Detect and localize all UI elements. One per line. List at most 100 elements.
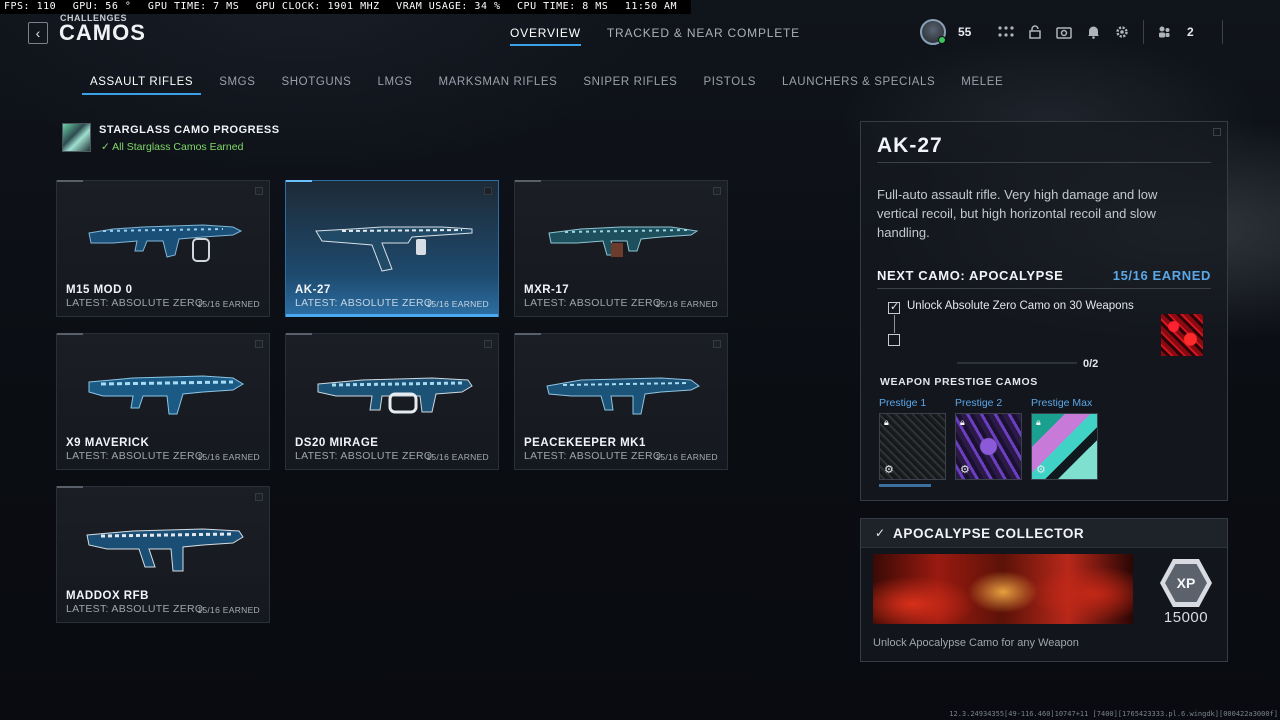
starglass-status-text: All Starglass Camos Earned	[112, 141, 244, 153]
card-indicator	[286, 180, 312, 182]
weapon-rifle-icon	[315, 226, 473, 272]
card-corner	[484, 340, 492, 348]
prestige-2-camo[interactable]: 🔒︎ ⚙︎	[955, 413, 1022, 480]
prestige-badge-icon: ⚙︎	[960, 464, 970, 476]
card-indicator	[57, 333, 83, 335]
task-count: 0/2	[1083, 358, 1099, 370]
weapon-latest-camo: LATEST: ABSOLUTE ZERO	[66, 450, 204, 462]
tab-lmgs[interactable]: LMGS	[369, 76, 420, 95]
card-corner	[484, 187, 492, 195]
tab-tracked-near-complete[interactable]: TRACKED & NEAR COMPLETE	[607, 26, 800, 46]
apocalypse-camo-thumbnail[interactable]	[1161, 314, 1203, 356]
unlock-icon[interactable]	[1026, 23, 1044, 41]
tab-overview[interactable]: OVERVIEW	[510, 26, 581, 46]
starglass-status: ✓ All Starglass Camos Earned	[101, 141, 244, 153]
prestige-badge-icon: ⚙︎	[884, 464, 894, 476]
task-connector	[894, 315, 895, 333]
card-corner	[255, 187, 263, 195]
weapon-earned: 15/16 EARNED	[655, 299, 718, 309]
weapon-latest-camo: LATEST: ABSOLUTE ZERO	[524, 297, 662, 309]
prestige-scrollbar[interactable]	[879, 484, 931, 487]
friends-icon[interactable]	[1155, 23, 1173, 41]
tab-marksman-rifles[interactable]: MARKSMAN RIFLES	[430, 76, 565, 95]
xp-amount: 15000	[1163, 609, 1209, 626]
apocalypse-collector-panel[interactable]: ✓ APOCALYPSE COLLECTOR XP 15000 Unlock A…	[860, 518, 1228, 662]
tab-shotguns[interactable]: SHOTGUNS	[273, 76, 359, 95]
card-corner	[713, 187, 721, 195]
prestige-max-camo[interactable]: 🔒︎ ⚙︎	[1031, 413, 1098, 480]
card-corner	[713, 340, 721, 348]
starglass-camo-icon	[62, 123, 91, 152]
next-camo-label: NEXT CAMO: APOCALYPSE	[877, 268, 1064, 283]
weapon-name: PEACEKEEPER MK1	[524, 437, 646, 449]
weapon-rifle-icon	[88, 224, 243, 262]
prestige-1-label: Prestige 1	[879, 397, 927, 409]
collector-artwork	[873, 554, 1133, 624]
weapon-card-x9-maverick[interactable]: X9 MAVERICK LATEST: ABSOLUTE ZERO 15/16 …	[56, 333, 270, 470]
card-indicator	[515, 180, 541, 182]
weapon-earned: 15/16 EARNED	[426, 452, 489, 462]
starglass-title: STARGLASS CAMO PROGRESS	[99, 124, 280, 136]
tab-sniper-rifles[interactable]: SNIPER RIFLES	[575, 76, 685, 95]
weapon-rifle-icon	[88, 375, 244, 415]
weapon-latest-camo: LATEST: ABSOLUTE ZERO	[66, 603, 204, 615]
back-button[interactable]: ‹	[28, 22, 48, 44]
gpu-clock-readout: GPU CLOCK: 1901 MHZ	[255, 1, 380, 12]
divider	[877, 162, 1211, 163]
lock-icon: 🔒︎	[1036, 417, 1041, 427]
weapon-card-peacekeeper-mk1[interactable]: PEACEKEEPER MK1 LATEST: ABSOLUTE ZERO 15…	[514, 333, 728, 470]
tab-melee[interactable]: MELEE	[953, 76, 1011, 95]
avatar[interactable]	[920, 19, 946, 45]
build-string: 12.3.24934355[49-116.460]10747+11 [7400]…	[949, 710, 1278, 718]
player-level: 55	[958, 25, 972, 39]
gear-icon[interactable]	[1113, 23, 1131, 41]
category-tabs: ASSAULT RIFLES SMGS SHOTGUNS LMGS MARKSM…	[82, 76, 1021, 95]
prestige-camos-title: WEAPON PRESTIGE CAMOS	[880, 376, 1038, 388]
weapon-earned: 15/16 EARNED	[426, 299, 489, 309]
card-indicator	[515, 333, 541, 335]
hud-right: 55 2	[920, 18, 1223, 46]
bell-icon[interactable]	[1084, 23, 1102, 41]
challenge-task: Unlock Absolute Zero Camo on 30 Weapons	[907, 300, 1134, 312]
task-checkbox	[888, 300, 900, 314]
weapon-card-ak-27[interactable]: AK-27 LATEST: ABSOLUTE ZERO 15/16 EARNED	[285, 180, 499, 317]
performance-overlay: FPS: 110 GPU: 56 ° GPU TIME: 7 MS GPU CL…	[0, 0, 692, 14]
grid-menu-icon[interactable]	[997, 23, 1015, 41]
weapon-name: DS20 MIRAGE	[295, 437, 379, 449]
collector-header: ✓ APOCALYPSE COLLECTOR	[861, 519, 1227, 548]
tab-launchers-specials[interactable]: LAUNCHERS & SPECIALS	[774, 76, 943, 95]
gpu-temp-readout: GPU: 56 °	[72, 1, 132, 12]
weapon-latest-camo: LATEST: ABSOLUTE ZERO	[66, 297, 204, 309]
card-indicator	[57, 486, 83, 488]
tab-pistols[interactable]: PISTOLS	[695, 76, 764, 95]
camera-icon[interactable]	[1055, 23, 1073, 41]
lock-icon: 🔒︎	[884, 417, 889, 427]
weapon-earned: 15/16 EARNED	[197, 605, 260, 615]
weapon-card-m15-mod-0[interactable]: M15 MOD 0 LATEST: ABSOLUTE ZERO 15/16 EA…	[56, 180, 270, 317]
task-checkbox-empty	[888, 334, 900, 346]
lock-icon: 🔒︎	[960, 417, 965, 427]
weapon-card-ds20-mirage[interactable]: DS20 MIRAGE LATEST: ABSOLUTE ZERO 15/16 …	[285, 333, 499, 470]
collector-title: APOCALYPSE COLLECTOR	[893, 526, 1085, 541]
weapon-name: AK-27	[295, 284, 331, 296]
detail-weapon-name: AK-27	[877, 134, 943, 157]
weapon-card-mxr-17[interactable]: MXR-17 LATEST: ABSOLUTE ZERO 15/16 EARNE…	[514, 180, 728, 317]
panel-corner	[1213, 128, 1221, 136]
chevron-left-icon: ‹	[35, 25, 41, 41]
check-icon: ✓	[875, 526, 886, 540]
card-corner	[255, 493, 263, 501]
prestige-1-camo[interactable]: 🔒︎ ⚙︎	[879, 413, 946, 480]
page-title: CAMOS	[59, 20, 146, 45]
weapon-rifle-icon	[86, 528, 244, 572]
weapon-card-maddox-rfb[interactable]: MADDOX RFB LATEST: ABSOLUTE ZERO 15/16 E…	[56, 486, 270, 623]
xp-label: XP	[1165, 564, 1207, 602]
card-indicator	[57, 180, 83, 182]
hud-divider	[1143, 20, 1144, 44]
tab-smgs[interactable]: SMGS	[211, 76, 263, 95]
prestige-max-label: Prestige Max	[1031, 397, 1093, 409]
weapon-earned: 15/16 EARNED	[655, 452, 718, 462]
collector-description: Unlock Apocalypse Camo for any Weapon	[873, 637, 1079, 649]
next-camo-earned: 15/16 EARNED	[1112, 268, 1211, 283]
tab-assault-rifles[interactable]: ASSAULT RIFLES	[82, 76, 202, 95]
card-indicator	[286, 333, 312, 335]
